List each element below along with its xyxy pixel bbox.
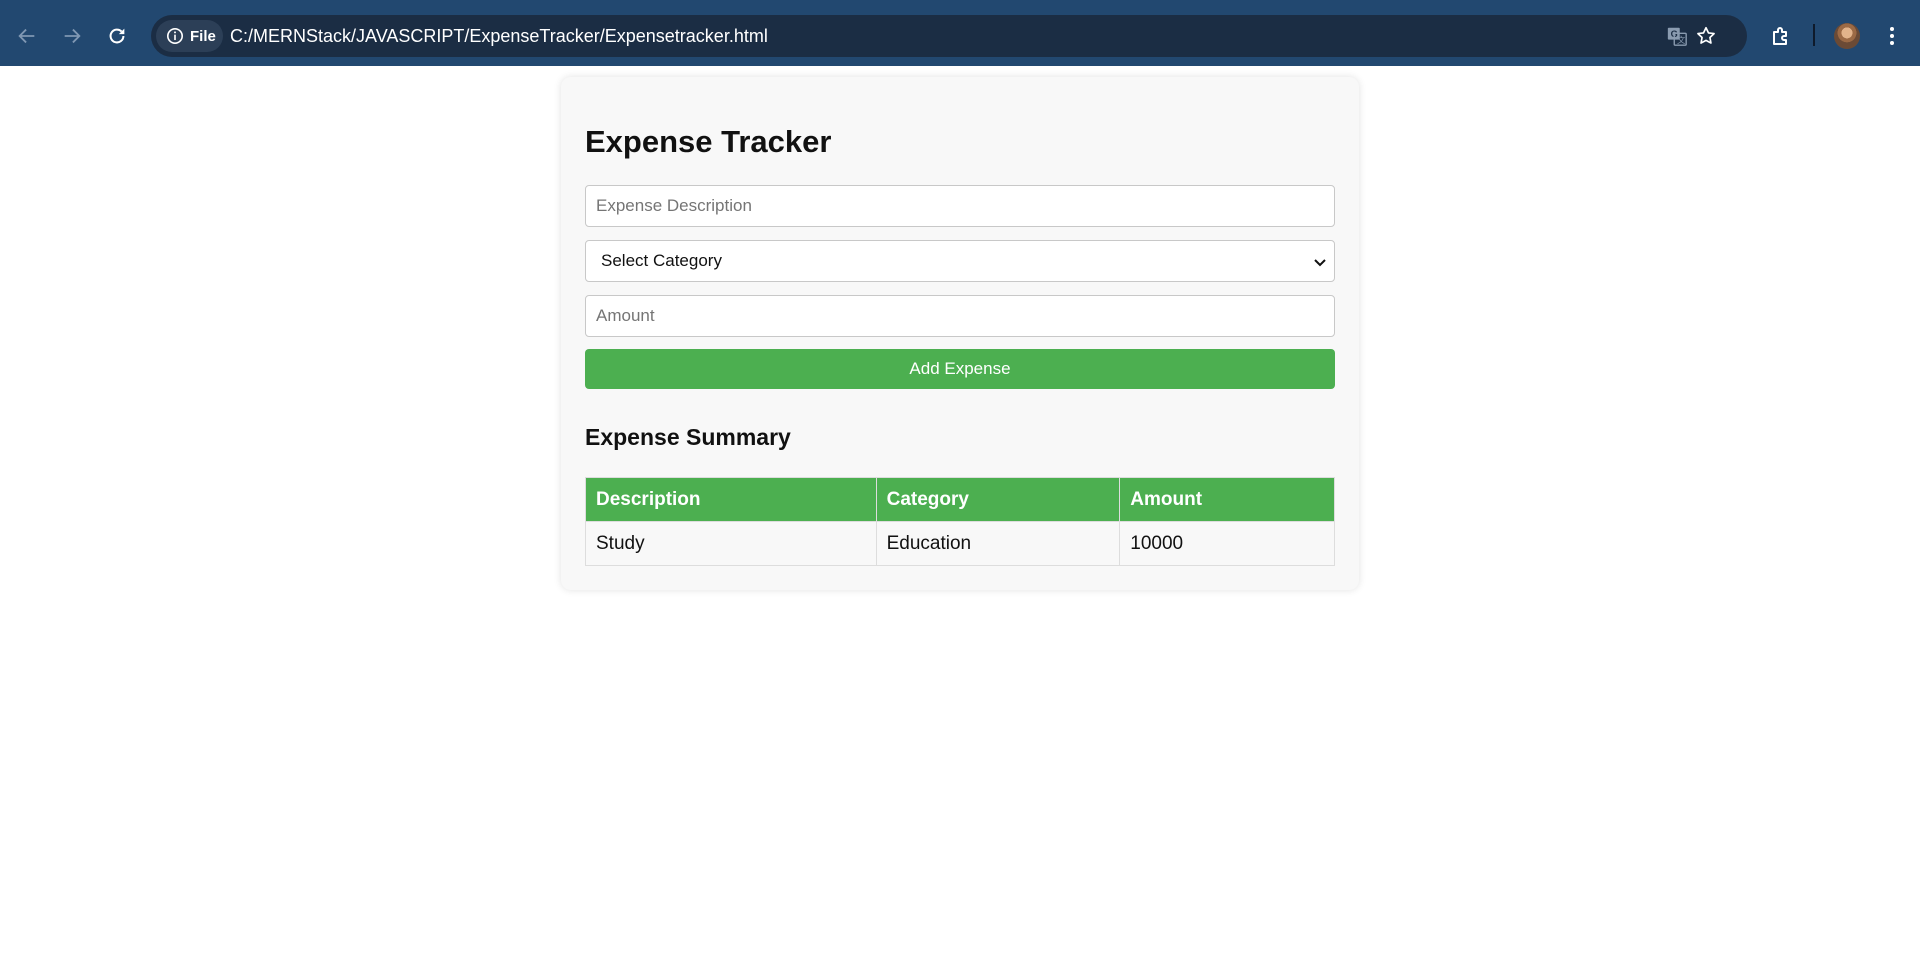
table-row: Study Education 10000 [585,521,1335,566]
extensions-icon [1773,27,1787,45]
url-text[interactable]: C:/MERNStack/JAVASCRIPT/ExpenseTracker/E… [230,26,768,47]
cell-amount: 10000 [1119,521,1335,566]
category-select[interactable]: Select Category [585,240,1335,282]
translate-icon: G文 [1667,27,1687,46]
toolbar-separator [1813,24,1815,46]
reload-icon [109,28,125,44]
summary-title: Expense Summary [585,424,791,450]
page-title: Expense Tracker [585,124,832,159]
more-menu-icon[interactable] [1882,22,1902,50]
header-amount: Amount [1119,477,1335,522]
expense-description-input[interactable] [585,185,1335,227]
header-description: Description [585,477,877,522]
expense-table: Description Category Amount Study Educat… [585,477,1335,566]
info-icon [166,27,184,45]
expense-tracker-card: Expense Tracker Select Category Add Expe… [561,77,1359,590]
category-select-value: Select Category [601,251,722,270]
scheme-label: File [190,27,216,45]
cell-description: Study [585,521,877,566]
forward-arrow-icon [64,28,81,44]
svg-text:文: 文 [1677,35,1685,45]
forward-button[interactable] [51,15,93,57]
bookmark-button[interactable] [1694,24,1718,48]
site-info-chip[interactable]: File [156,20,223,52]
header-category: Category [875,477,1121,522]
address-bar[interactable]: File C:/MERNStack/JAVASCRIPT/ExpenseTrac… [151,15,1747,57]
table-header-row: Description Category Amount [585,477,1335,522]
back-button[interactable] [6,15,48,57]
translate-button[interactable]: G文 [1665,24,1689,48]
add-expense-button[interactable]: Add Expense [585,349,1335,389]
extensions-button[interactable] [1764,19,1798,53]
back-arrow-icon [18,28,35,44]
reload-button[interactable] [96,15,138,57]
cell-category: Education [875,521,1121,566]
star-icon [1697,26,1715,44]
chevron-down-icon [1314,259,1326,267]
amount-input[interactable] [585,295,1335,337]
browser-toolbar: File C:/MERNStack/JAVASCRIPT/ExpenseTrac… [0,0,1920,66]
profile-avatar[interactable] [1834,23,1860,49]
